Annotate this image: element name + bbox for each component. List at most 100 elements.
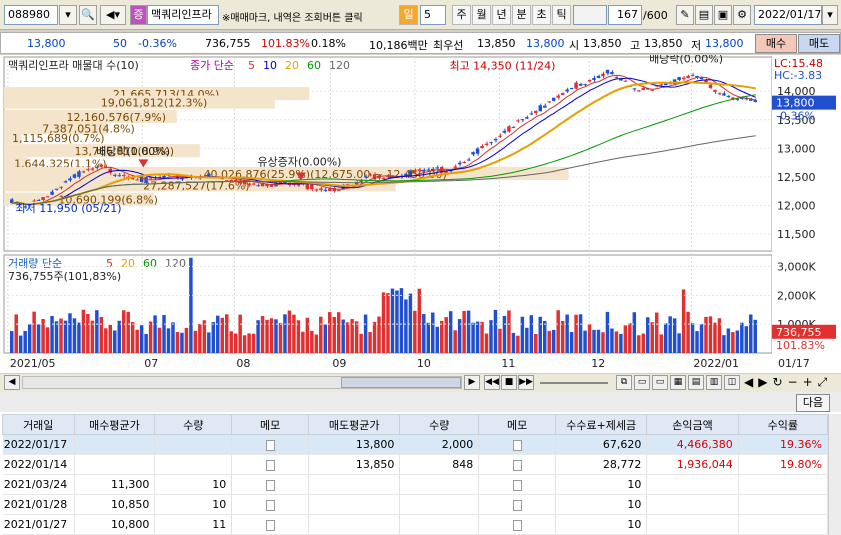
search-icon[interactable]: 🔍 <box>79 5 97 25</box>
volume-bar <box>256 320 260 353</box>
table-row[interactable]: 2022/01/17 13,800 2,000 67,620 4,466,380 19.3… <box>2 434 829 455</box>
chart-tool-2-icon[interactable]: ▭ <box>634 375 650 390</box>
col-header[interactable]: 수익률 <box>737 414 829 435</box>
candle-body <box>72 174 77 178</box>
volume-bar <box>574 314 578 353</box>
period-minute[interactable]: 분 <box>512 5 531 25</box>
settings-gear-icon[interactable]: ⚙ <box>733 5 751 25</box>
volume-bar <box>229 331 233 353</box>
speaker-icon[interactable]: ◀▾ <box>100 5 126 25</box>
period-week[interactable]: 주 <box>452 5 471 25</box>
memo-icon[interactable] <box>512 519 522 531</box>
volume-bar <box>45 327 50 353</box>
candle-body <box>310 184 314 190</box>
chart-tool-5-icon[interactable]: ▤ <box>688 375 704 390</box>
save-icon[interactable]: ▣ <box>714 5 732 25</box>
volume-bar <box>198 324 202 353</box>
memo-icon[interactable] <box>265 499 275 511</box>
price-volume-chart[interactable]: 14,00013,50013,00012,50012,00011,50021,6… <box>0 53 841 373</box>
stock-name-field[interactable]: 맥쿼리인프라 <box>147 5 219 25</box>
period-type-day[interactable]: 일 <box>399 5 418 25</box>
x-axis-label: 10 <box>417 357 431 370</box>
volume-bar <box>565 314 569 353</box>
scroll-right-icon[interactable]: ▶ <box>464 375 480 390</box>
rights-annotation: 유상증자(0.00%) <box>257 155 341 168</box>
indicator-icon[interactable]: ▤ <box>695 5 713 25</box>
period-value-select[interactable]: 5 <box>420 5 446 25</box>
scroll-left-icon[interactable]: ◀ <box>4 375 20 390</box>
buy-button[interactable]: 매수 <box>755 34 797 53</box>
nav-arrows[interactable]: ◀▶↻−+⤢ <box>744 375 832 390</box>
chart-tool-6-icon[interactable]: ▥ <box>706 375 722 390</box>
period-year[interactable]: 년 <box>492 5 511 25</box>
volume-bar <box>211 322 216 353</box>
candle-body <box>462 161 466 163</box>
volume-bar <box>117 320 121 353</box>
tick-value-select[interactable] <box>573 5 607 25</box>
scroll-track[interactable] <box>22 376 462 389</box>
sell-button[interactable]: 매도 <box>798 34 840 53</box>
memo-icon[interactable] <box>512 479 522 491</box>
col-header[interactable]: 메모 <box>478 414 557 435</box>
chart-tool-1-icon[interactable]: ⧉ <box>616 375 632 390</box>
x-axis-label: 2021/05 <box>10 357 56 370</box>
volume-bar <box>439 320 444 353</box>
table-row[interactable]: 2021/01/27 10,800 11 10 <box>2 514 829 535</box>
col-header[interactable]: 거래일 <box>2 414 75 435</box>
table-cell <box>308 494 401 515</box>
volume-bar <box>99 316 104 353</box>
table-scrollbar[interactable] <box>828 414 841 535</box>
drawing-tool-icon[interactable]: ✎ <box>676 5 694 25</box>
candle-body <box>59 186 63 188</box>
memo-icon[interactable] <box>265 439 275 451</box>
fast-forward-icon[interactable]: ▶▶ <box>518 375 534 390</box>
candle-body <box>726 95 731 97</box>
volume-bar <box>336 312 341 353</box>
col-header[interactable]: 수수료+제세금 <box>555 414 648 435</box>
candle-body <box>305 183 310 190</box>
volume-bar <box>637 335 641 353</box>
chart-tool-7-icon[interactable]: ◫ <box>724 375 740 390</box>
memo-icon[interactable] <box>265 459 275 471</box>
memo-icon[interactable] <box>265 519 275 531</box>
x-axis-label: 07 <box>144 357 158 370</box>
next-button[interactable]: 다음 <box>796 394 830 412</box>
period-month[interactable]: 월 <box>472 5 491 25</box>
table-row[interactable]: 2021/03/24 11,300 10 10 <box>2 474 829 495</box>
table-row[interactable]: 2022/01/14 13,850 848 28,772 1,936,044 19.80% <box>2 454 829 475</box>
col-header[interactable]: 매수평균가 <box>73 414 156 435</box>
memo-icon[interactable] <box>512 459 522 471</box>
stop-icon[interactable]: ■ <box>501 375 517 390</box>
chart-scrollbar[interactable]: ◀ ▶ ◀◀ ■ ▶▶ ⧉ ▭ ▭ ▦ ▤ ▥ ◫ ◀▶↻−+⤢ <box>0 374 841 392</box>
zoom-slider[interactable] <box>540 382 608 384</box>
table-row[interactable]: 2021/01/28 10,850 10 10 <box>2 494 829 515</box>
chart-tool-3-icon[interactable]: ▭ <box>652 375 668 390</box>
data-count-input[interactable]: 167 <box>608 5 642 25</box>
col-header[interactable]: 매도평균가 <box>308 414 401 435</box>
memo-icon[interactable] <box>512 499 522 511</box>
candle-body <box>314 189 319 191</box>
col-header[interactable]: 메모 <box>231 414 310 435</box>
candle-body <box>162 175 166 178</box>
price-chart-panel[interactable]: 14,000 13,500 13,000 12,500 12,000 11,500 21,6… <box>0 53 841 373</box>
stock-code-input[interactable]: 088980 <box>4 5 58 25</box>
col-header[interactable]: 손익금액 <box>646 414 739 435</box>
period-tick[interactable]: 틱 <box>552 5 571 25</box>
chart-tool-4-icon[interactable]: ▦ <box>670 375 686 390</box>
col-header[interactable]: 수량 <box>154 414 233 435</box>
volume-ratio: 101.83% <box>261 37 310 50</box>
candle-body <box>417 169 422 171</box>
volume-bar <box>180 332 184 353</box>
period-second[interactable]: 초 <box>532 5 551 25</box>
candle-body <box>592 77 596 81</box>
memo-icon[interactable] <box>265 479 275 491</box>
rewind-icon[interactable]: ◀◀ <box>484 375 500 390</box>
col-header[interactable]: 수량 <box>399 414 480 435</box>
dropdown-arrow-icon[interactable]: ▾ <box>59 5 77 25</box>
calendar-dropdown-icon[interactable]: ▾ <box>822 5 838 25</box>
memo-icon[interactable] <box>512 439 522 451</box>
date-input[interactable]: 2022/01/17 <box>754 5 822 25</box>
scroll-thumb[interactable] <box>341 377 461 388</box>
volume-bar <box>319 316 323 353</box>
volume-bar <box>471 322 475 353</box>
